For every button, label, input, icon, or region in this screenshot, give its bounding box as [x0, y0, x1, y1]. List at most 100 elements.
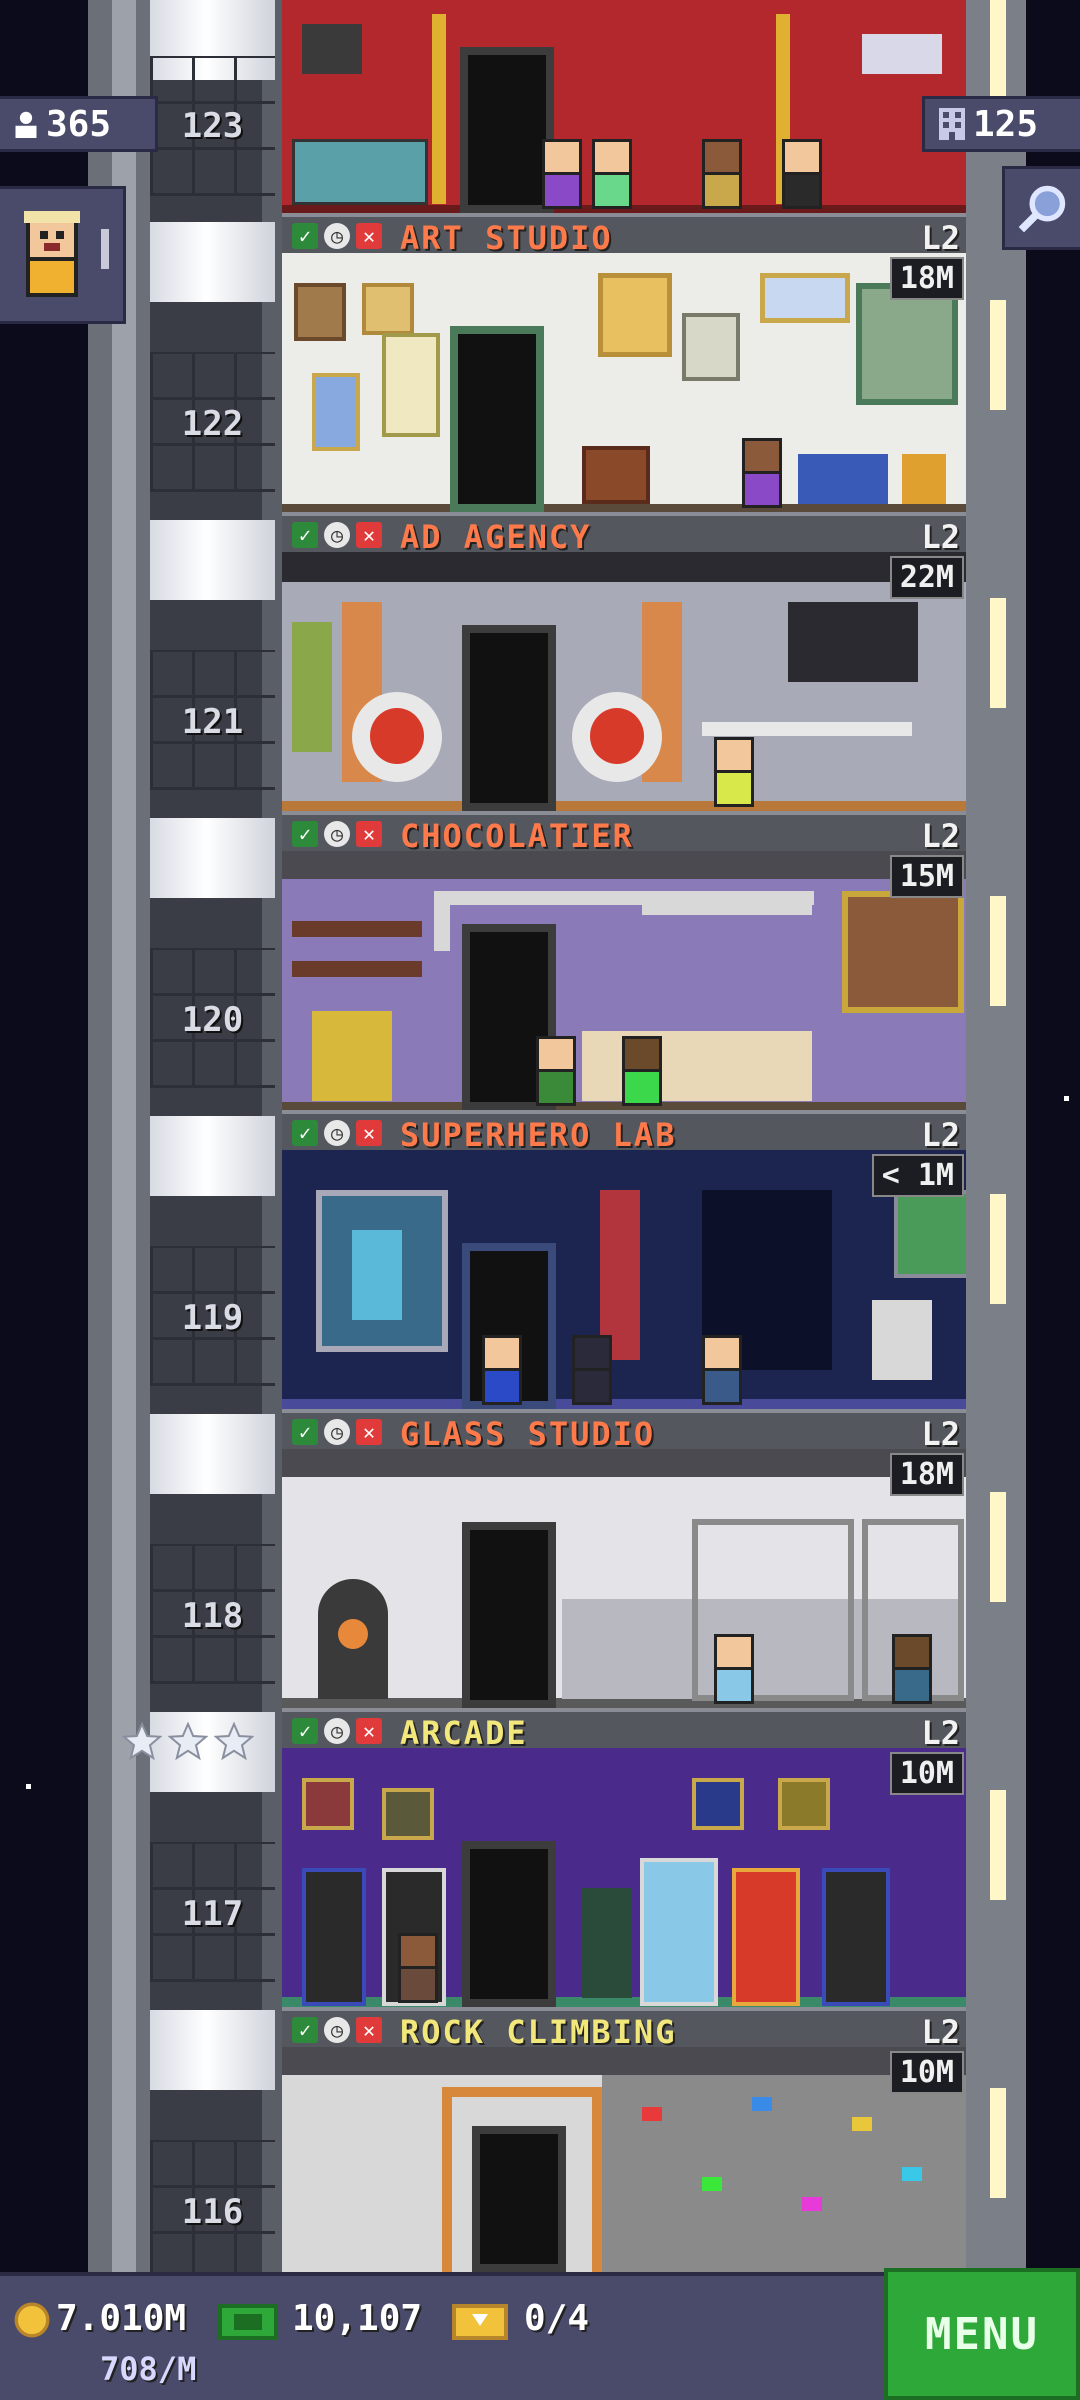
- floor-name: CHOCOLATIER: [400, 817, 634, 855]
- floor-room[interactable]: [282, 1150, 966, 1409]
- vip-visitor-button[interactable]: [0, 186, 126, 324]
- close-icon[interactable]: ✕: [356, 821, 382, 847]
- floor-count-counter[interactable]: 125: [922, 96, 1080, 152]
- clock-icon[interactable]: ◷: [324, 1718, 350, 1744]
- floor-profit: 18M: [889, 257, 964, 300]
- floor-121[interactable]: ✓ ◷ ✕ AD AGENCY L2 22M: [282, 512, 966, 811]
- floor-number: 116: [181, 2192, 244, 2232]
- clock-icon[interactable]: ◷: [324, 821, 350, 847]
- floor-header: ✓ ◷ ✕ GLASS STUDIO L2: [282, 1409, 966, 1453]
- floor-level: L2: [921, 1714, 960, 1752]
- close-icon[interactable]: ✕: [356, 1718, 382, 1744]
- coin-rate-value: 708/M: [100, 2350, 197, 2388]
- close-icon[interactable]: ✕: [356, 1419, 382, 1445]
- bux-value: 10,107: [292, 2298, 423, 2339]
- check-icon[interactable]: ✓: [292, 1718, 318, 1744]
- floor-room[interactable]: [282, 851, 966, 1110]
- wall-light: [990, 1790, 1006, 1900]
- coins-value: 7.010M: [56, 2298, 187, 2339]
- floor-count-value: 125: [973, 103, 1039, 145]
- star-icon: [122, 1722, 162, 1761]
- floor-header: ✓ ◷ ✕ AD AGENCY L2: [282, 512, 966, 556]
- floor-level: L2: [921, 219, 960, 257]
- wall-light: [990, 896, 1006, 1006]
- floor-level: L2: [921, 1415, 960, 1453]
- floor-number: 122: [181, 404, 244, 444]
- clock-icon[interactable]: ◷: [324, 223, 350, 249]
- shaft-light: [150, 818, 275, 898]
- floor-number: 120: [181, 1000, 244, 1040]
- shaft-light: [150, 222, 275, 302]
- shaft-light: [150, 1414, 275, 1494]
- floor-header: ✓ ◷ ✕ CHOCOLATIER L2: [282, 811, 966, 855]
- floor-level: L2: [921, 1116, 960, 1154]
- clock-icon[interactable]: ◷: [324, 522, 350, 548]
- wall-light: [990, 598, 1006, 708]
- floor-number: 123: [181, 106, 244, 146]
- floor-room[interactable]: [282, 552, 966, 811]
- clock-icon[interactable]: ◷: [324, 1419, 350, 1445]
- check-icon[interactable]: ✓: [292, 2017, 318, 2043]
- floor-118[interactable]: ✓ ◷ ✕ GLASS STUDIO L2 18M: [282, 1409, 966, 1708]
- floor-name: ARCADE: [400, 1714, 528, 1752]
- floor-room[interactable]: [282, 2047, 966, 2272]
- floor-header: ✓ ◷ ✕ SUPERHERO LAB L2: [282, 1110, 966, 1154]
- person-icon: [15, 111, 37, 138]
- floor-room[interactable]: [282, 1449, 966, 1708]
- wall-light: [990, 2088, 1006, 2198]
- shaft-light: [150, 520, 275, 600]
- floor-profit: 18M: [889, 1453, 964, 1496]
- floor-number: 118: [181, 1596, 244, 1636]
- floor-number: 119: [181, 1298, 244, 1338]
- population-counter[interactable]: 365: [0, 96, 158, 152]
- more-indicator: [101, 229, 109, 269]
- ticket-icon: [452, 2304, 508, 2340]
- floor-profit: 10M: [889, 1752, 964, 1795]
- floor-119[interactable]: ✓ ◷ ✕ SUPERHERO LAB L2 < 1M: [282, 1110, 966, 1409]
- floor-room[interactable]: [282, 253, 966, 512]
- floor-header: ✓ ◷ ✕ ART STUDIO L2: [282, 213, 966, 257]
- floor-116[interactable]: ✓ ◷ ✕ ROCK CLIMBING L2 10M: [282, 2007, 966, 2272]
- floor-name: GLASS STUDIO: [400, 1415, 656, 1453]
- population-value: 365: [46, 103, 112, 145]
- floor-117[interactable]: ✓ ◷ ✕ ARCADE L2 10M: [282, 1708, 966, 2007]
- floor-name: AD AGENCY: [400, 518, 592, 556]
- close-icon[interactable]: ✕: [356, 223, 382, 249]
- building-icon: [939, 108, 965, 140]
- floor-profit: 22M: [889, 556, 964, 599]
- wall-light: [990, 300, 1006, 410]
- check-icon[interactable]: ✓: [292, 223, 318, 249]
- check-icon[interactable]: ✓: [292, 1419, 318, 1445]
- floor-level: L2: [921, 817, 960, 855]
- wall-light: [990, 1492, 1006, 1602]
- close-icon[interactable]: ✕: [356, 1120, 382, 1146]
- search-icon: [1018, 185, 1065, 233]
- clock-icon[interactable]: ◷: [324, 1120, 350, 1146]
- wall-light: [990, 1194, 1006, 1304]
- floor-name: SUPERHERO LAB: [400, 1116, 677, 1154]
- floor-profit: 10M: [889, 2051, 964, 2094]
- elevator-rail: [112, 0, 136, 2272]
- star-icon: [214, 1722, 254, 1761]
- search-button[interactable]: [1002, 166, 1080, 250]
- shaft-light: [150, 1116, 275, 1196]
- floor-number: 117: [181, 1894, 244, 1934]
- check-icon[interactable]: ✓: [292, 522, 318, 548]
- floor-name: ROCK CLIMBING: [400, 2013, 677, 2051]
- clock-icon[interactable]: ◷: [324, 2017, 350, 2043]
- floor-122[interactable]: ✓ ◷ ✕ ART STUDIO L2 18M: [282, 213, 966, 512]
- floor-120[interactable]: ✓ ◷ ✕ CHOCOLATIER L2 15M: [282, 811, 966, 1110]
- close-icon[interactable]: ✕: [356, 522, 382, 548]
- tickets-value: 0/4: [524, 2298, 590, 2339]
- menu-button[interactable]: MENU: [884, 2268, 1080, 2400]
- close-icon[interactable]: ✕: [356, 2017, 382, 2043]
- floor-profit: < 1M: [871, 1154, 964, 1197]
- floor-level: L2: [921, 518, 960, 556]
- floor-123[interactable]: [282, 0, 966, 213]
- check-icon[interactable]: ✓: [292, 1120, 318, 1146]
- check-icon[interactable]: ✓: [292, 821, 318, 847]
- floor-number: 121: [181, 702, 244, 742]
- vip-avatar: [24, 211, 80, 297]
- coin-icon: [14, 2302, 50, 2338]
- floor-room[interactable]: [282, 1748, 966, 2007]
